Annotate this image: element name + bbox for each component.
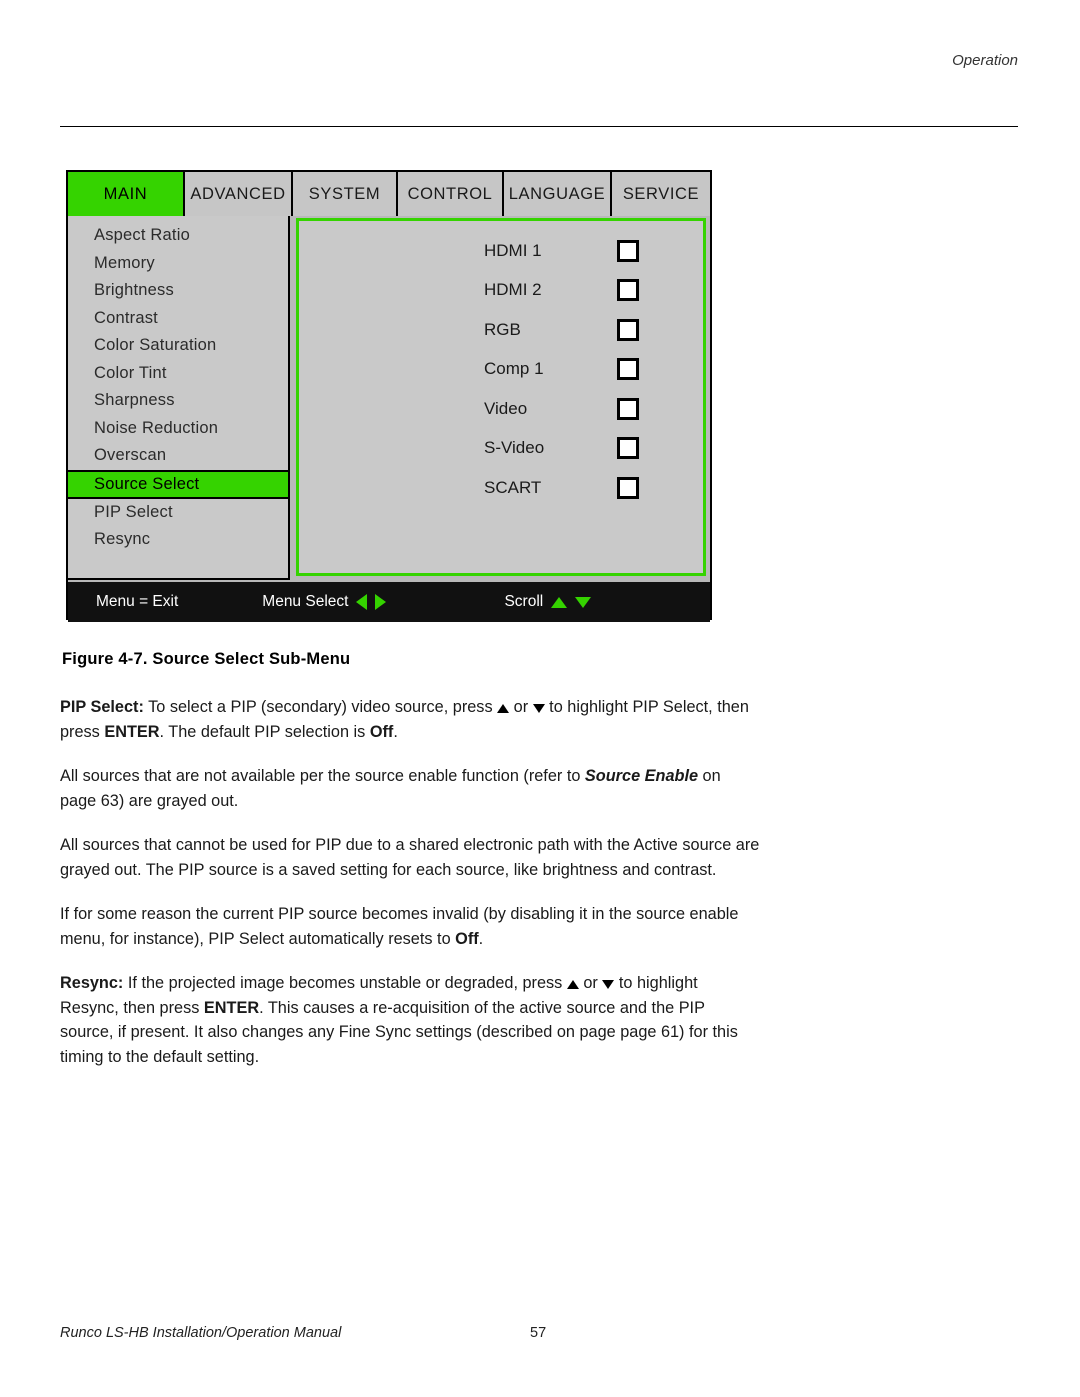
source-label: SCART xyxy=(484,477,542,497)
source-checkbox[interactable] xyxy=(617,437,639,460)
pip-select-text-e: . xyxy=(393,722,398,741)
scroll-label: Scroll xyxy=(504,593,544,610)
menu-item-pip-select[interactable]: PIP Select xyxy=(68,499,288,527)
running-head: Operation xyxy=(952,52,1018,69)
source-row-hdmi-1[interactable]: HDMI 1 xyxy=(299,231,703,271)
source-row-rgb[interactable]: RGB xyxy=(299,310,703,350)
off-keyword: Off xyxy=(369,722,394,741)
source-row-scart[interactable]: SCART xyxy=(299,468,703,508)
arrow-left-icon xyxy=(356,594,368,610)
paragraph-resync: Resync: If the projected image becomes u… xyxy=(60,971,760,1069)
source-enable-reference: Source Enable xyxy=(584,767,699,785)
enter-keyword: ENTER xyxy=(203,998,260,1017)
source-row-s-video[interactable]: S-Video xyxy=(299,429,703,469)
osd-screenshot: MAIN ADVANCED SYSTEM CONTROL LANGUAGE SE… xyxy=(66,170,712,622)
menu-item-source-select[interactable]: Source Select xyxy=(68,469,288,499)
source-row-hdmi-2[interactable]: HDMI 2 xyxy=(299,271,703,311)
source-checkbox[interactable] xyxy=(617,358,639,381)
resync-text-a: If the projected image becomes unstable … xyxy=(123,974,567,992)
enter-keyword: ENTER xyxy=(104,722,160,741)
osd-tab-bar: MAIN ADVANCED SYSTEM CONTROL LANGUAGE SE… xyxy=(68,172,710,216)
header-divider xyxy=(60,126,1018,127)
scroll-hint: Scroll xyxy=(504,593,592,611)
source-enable-text-a: All sources that are not available per t… xyxy=(60,767,585,785)
tab-language[interactable]: LANGUAGE xyxy=(504,172,612,216)
menu-item-color-saturation[interactable]: Color Saturation xyxy=(68,332,288,360)
arrow-up-icon xyxy=(551,596,568,608)
paragraph-shared-path: All sources that cannot be used for PIP … xyxy=(60,836,760,879)
tab-main[interactable]: MAIN xyxy=(68,172,185,216)
body-copy: PIP Select: To select a PIP (secondary) … xyxy=(60,695,760,1089)
document-footer: Runco LS-HB Installation/Operation Manua… xyxy=(60,1325,1018,1341)
resync-text-b: or xyxy=(578,974,603,992)
source-checkbox[interactable] xyxy=(617,318,639,341)
invalid-pip-text-b: . xyxy=(478,929,484,948)
source-label: HDMI 2 xyxy=(484,280,542,300)
source-label: Video xyxy=(484,398,528,418)
tab-advanced[interactable]: ADVANCED xyxy=(185,172,293,216)
figure-caption: Figure 4-7. Source Select Sub-Menu xyxy=(62,650,351,668)
off-keyword: Off xyxy=(455,929,479,948)
menu-item-resync[interactable]: Resync xyxy=(68,526,288,554)
pip-select-label: PIP Select: xyxy=(60,698,144,716)
arrow-down-icon xyxy=(602,980,615,989)
pip-select-text-b: or xyxy=(509,698,533,716)
arrow-up-icon xyxy=(566,980,579,989)
resync-label: Resync: xyxy=(60,974,124,992)
osd-menu-list: Aspect Ratio Memory Brightness Contrast … xyxy=(68,216,290,580)
menu-item-color-tint[interactable]: Color Tint xyxy=(68,360,288,388)
source-checkbox[interactable] xyxy=(617,239,639,262)
source-select-panel: HDMI 1 HDMI 2 RGB Comp 1 Video S-Video S… xyxy=(296,218,706,576)
arrow-down-icon xyxy=(532,704,545,713)
tab-system[interactable]: SYSTEM xyxy=(293,172,398,216)
source-checkbox[interactable] xyxy=(617,279,639,302)
menu-item-noise-reduction[interactable]: Noise Reduction xyxy=(68,415,288,443)
pip-select-text-a: To select a PIP (secondary) video source… xyxy=(143,698,498,716)
paragraph-source-enable: All sources that are not available per t… xyxy=(60,764,760,813)
osd-status-bar: Menu = Exit Menu Select Scroll xyxy=(68,582,710,622)
tab-service[interactable]: SERVICE xyxy=(612,172,710,216)
source-label: RGB xyxy=(484,319,521,339)
menu-item-overscan[interactable]: Overscan xyxy=(68,442,288,470)
source-label: HDMI 1 xyxy=(484,240,542,260)
menu-item-aspect-ratio[interactable]: Aspect Ratio xyxy=(68,222,288,250)
source-label: Comp 1 xyxy=(484,359,544,379)
menu-item-memory[interactable]: Memory xyxy=(68,250,288,278)
menu-exit-hint: Menu = Exit xyxy=(96,593,179,610)
menu-item-brightness[interactable]: Brightness xyxy=(68,277,288,305)
source-row-comp-1[interactable]: Comp 1 xyxy=(299,350,703,390)
arrow-right-icon xyxy=(375,594,387,610)
arrow-down-icon xyxy=(575,596,592,608)
source-row-video[interactable]: Video xyxy=(299,389,703,429)
menu-select-label: Menu Select xyxy=(262,593,349,610)
manual-title: Runco LS-HB Installation/Operation Manua… xyxy=(60,1325,342,1341)
pip-select-text-d: . The default PIP selection is xyxy=(159,722,370,741)
paragraph-pip-select: PIP Select: To select a PIP (secondary) … xyxy=(60,695,760,744)
invalid-pip-text-a: If for some reason the current PIP sourc… xyxy=(60,905,739,948)
page-number: 57 xyxy=(530,1325,547,1341)
menu-item-contrast[interactable]: Contrast xyxy=(68,305,288,333)
menu-select-hint: Menu Select xyxy=(262,593,387,611)
tab-control[interactable]: CONTROL xyxy=(398,172,504,216)
osd-body: Aspect Ratio Memory Brightness Contrast … xyxy=(68,216,710,622)
source-checkbox[interactable] xyxy=(617,476,639,499)
source-label: S-Video xyxy=(484,438,545,458)
paragraph-invalid-pip: If for some reason the current PIP sourc… xyxy=(60,902,760,951)
source-checkbox[interactable] xyxy=(617,397,639,420)
arrow-up-icon xyxy=(497,704,510,713)
menu-item-sharpness[interactable]: Sharpness xyxy=(68,387,288,415)
